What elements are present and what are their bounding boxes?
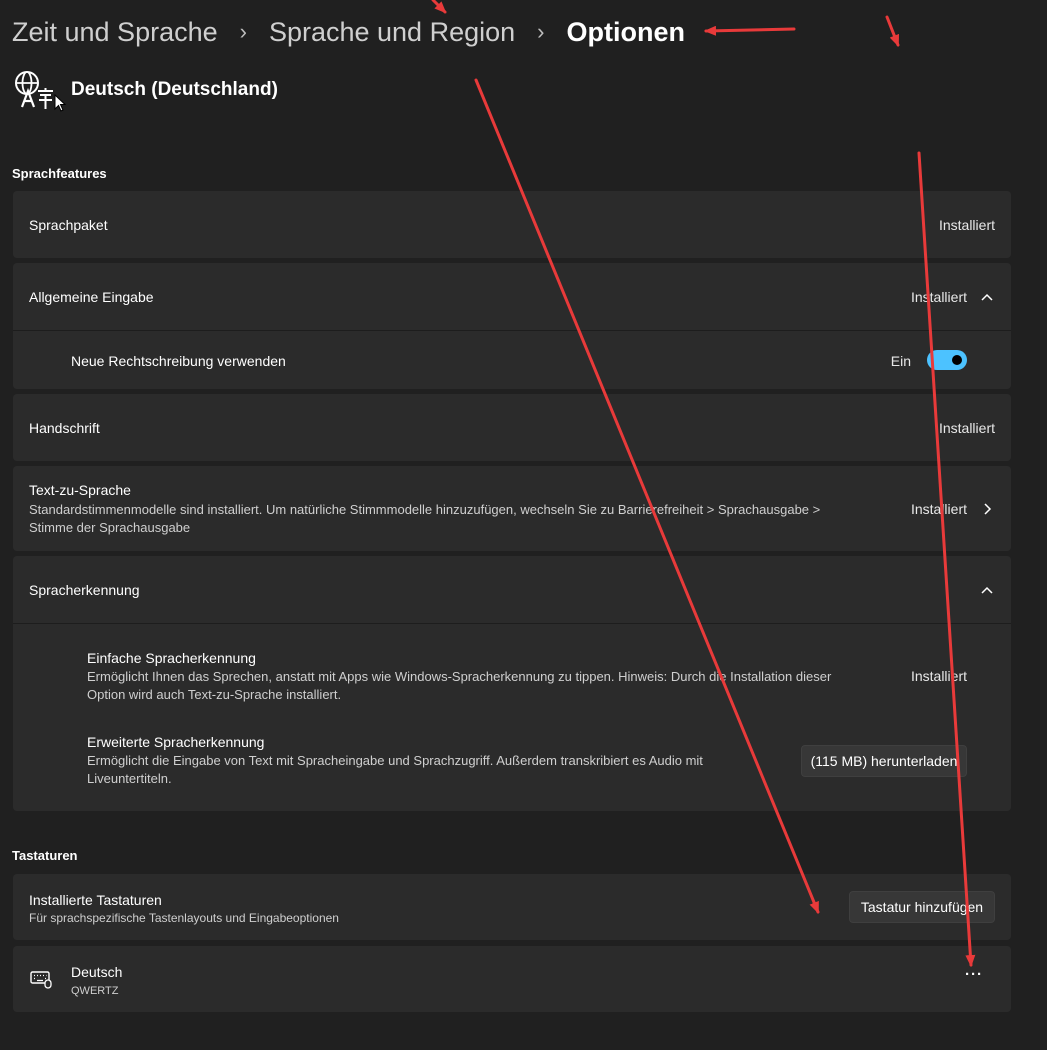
- mouse-cursor-icon: [54, 94, 66, 112]
- spracherkennung-header[interactable]: Spracherkennung: [13, 556, 1011, 623]
- einfache-spracherkennung-row: Einfache Spracherkennung Ermöglicht Ihne…: [13, 624, 1011, 704]
- einfache-spracherkennung-label: Einfache Spracherkennung: [87, 650, 256, 666]
- rechtschreibung-label: Neue Rechtschreibung verwenden: [71, 353, 286, 369]
- chevron-up-icon[interactable]: [979, 289, 995, 305]
- allgemeine-eingabe-header[interactable]: Allgemeine Eingabe Installiert: [13, 263, 1011, 330]
- text-zu-sprache-card[interactable]: Text-zu-Sprache Standardstimmenmodelle s…: [13, 466, 1011, 551]
- erweiterte-spracherkennung-label: Erweiterte Spracherkennung: [87, 734, 265, 750]
- rechtschreibung-toggle[interactable]: [927, 350, 967, 370]
- handschrift-status: Installiert: [938, 420, 995, 436]
- erweiterte-spracherkennung-description: Ermöglicht die Eingabe von Text mit Spra…: [87, 752, 787, 788]
- annotation-arrow: [704, 25, 796, 36]
- section-title-tastaturen: Tastaturen: [12, 848, 78, 863]
- description-line: Standardstimmenmodelle sind installiert.…: [29, 502, 821, 517]
- page-title: Optionen: [566, 16, 685, 47]
- keyboard-icon: [30, 971, 52, 989]
- breadcrumb: Zeit und Sprache › Sprache und Region › …: [12, 14, 685, 50]
- breadcrumb-zeit-und-sprache[interactable]: Zeit und Sprache: [12, 17, 218, 48]
- installierte-tastaturen-card: Installierte Tastaturen Für sprachspezif…: [13, 874, 1011, 940]
- sprachpaket-status: Installiert: [938, 217, 995, 233]
- breadcrumb-separator: ›: [537, 19, 545, 44]
- allgemeine-eingabe-card: Allgemeine Eingabe Installiert Neue Rech…: [13, 263, 1011, 389]
- chevron-right-icon[interactable]: [979, 501, 995, 517]
- spracherkennung-card: Spracherkennung Einfache Spracherkennung…: [13, 556, 1011, 811]
- description-line: Stimme der Sprachausgabe: [29, 520, 191, 535]
- rechtschreibung-toggle-label: Ein: [890, 353, 911, 369]
- installierte-tastaturen-description: Für sprachspezifische Tastenlayouts und …: [29, 911, 339, 925]
- language-icon: [12, 68, 56, 112]
- einfache-spracherkennung-status: Installiert: [910, 668, 967, 684]
- add-keyboard-button[interactable]: Tastatur hinzufügen: [849, 891, 995, 923]
- toggle-knob: [952, 355, 962, 365]
- download-speech-button[interactable]: (115 MB) herunterladen: [801, 745, 967, 777]
- rechtschreibung-row: Neue Rechtschreibung verwenden Ein: [13, 331, 1011, 389]
- allgemeine-eingabe-label: Allgemeine Eingabe: [29, 289, 154, 305]
- einfache-spracherkennung-description: Ermöglicht Ihnen das Sprechen, anstatt m…: [87, 668, 897, 704]
- language-header: Deutsch (Deutschland): [12, 66, 278, 114]
- description-line: Liveuntertiteln.: [87, 771, 172, 786]
- description-line: Option wird auch Text-zu-Sprache install…: [87, 687, 342, 702]
- erweiterte-spracherkennung-row: Erweiterte Spracherkennung Ermöglicht di…: [13, 706, 1011, 806]
- sprachpaket-card: Sprachpaket Installiert: [13, 191, 1011, 258]
- installierte-tastaturen-label: Installierte Tastaturen: [29, 892, 162, 908]
- chevron-up-icon[interactable]: [979, 582, 995, 598]
- spracherkennung-label: Spracherkennung: [29, 582, 140, 598]
- sprachpaket-label: Sprachpaket: [29, 217, 108, 233]
- keyboard-item-deutsch: Deutsch QWERTZ ···: [13, 946, 1011, 1012]
- keyboard-name: Deutsch: [71, 964, 123, 980]
- text-zu-sprache-label: Text-zu-Sprache: [29, 482, 131, 498]
- handschrift-card: Handschrift Installiert: [13, 394, 1011, 461]
- text-zu-sprache-description: Standardstimmenmodelle sind installiert.…: [29, 501, 909, 537]
- keyboard-layout: QWERTZ: [71, 985, 119, 997]
- breadcrumb-sprache-und-region[interactable]: Sprache und Region: [269, 17, 515, 48]
- breadcrumb-separator: ›: [239, 19, 247, 44]
- section-title-sprachfeatures: Sprachfeatures: [12, 166, 107, 181]
- language-name: Deutsch (Deutschland): [71, 79, 278, 100]
- allgemeine-eingabe-status: Installiert: [910, 289, 967, 305]
- annotation-arrow: [431, 0, 447, 14]
- handschrift-label: Handschrift: [29, 420, 100, 436]
- description-line: Ermöglicht die Eingabe von Text mit Spra…: [87, 753, 703, 768]
- description-line: Ermöglicht Ihnen das Sprechen, anstatt m…: [87, 669, 832, 684]
- annotation-arrow: [885, 15, 900, 47]
- text-zu-sprache-status: Installiert: [910, 501, 967, 517]
- more-options-icon[interactable]: ···: [965, 966, 983, 983]
